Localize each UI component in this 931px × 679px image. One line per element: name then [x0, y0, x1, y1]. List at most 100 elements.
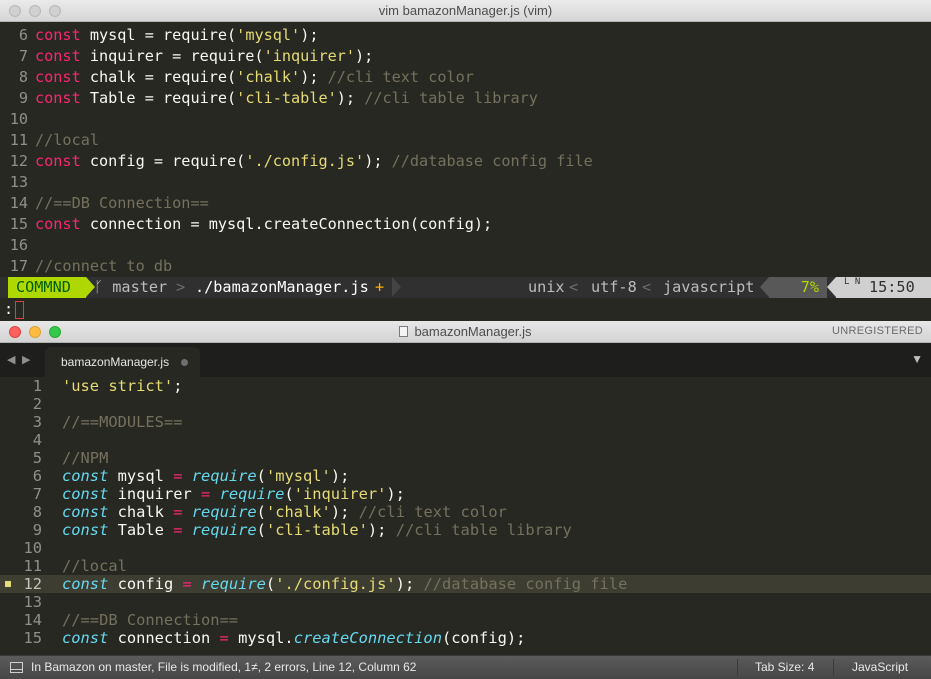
code-token: const — [62, 467, 109, 485]
code-token: const — [35, 152, 81, 170]
line-number: 14 — [23, 611, 42, 629]
code-line[interactable]: 2 — [0, 395, 931, 413]
code-line[interactable]: 9 const Table = require('cli-table'); //c… — [0, 88, 931, 109]
line-number: 5 — [32, 449, 42, 467]
tab-right-arrow-icon[interactable]: ▶ — [22, 353, 30, 366]
code-token: ); — [367, 521, 396, 539]
tab-bamazon-manager[interactable]: bamazonManager.js — [45, 347, 200, 377]
code-token: inquirer — [108, 485, 202, 503]
code-line[interactable]: 8 const chalk = require('chalk'); //cli t… — [0, 503, 931, 521]
code-line[interactable]: 15 const connection = mysql.createConnect… — [0, 214, 931, 235]
code-line[interactable]: 17 //connect to db — [0, 256, 931, 277]
code-token: = — [201, 485, 211, 503]
panel-toggle-icon[interactable] — [10, 662, 23, 673]
git-branch: ᚴ master — [94, 277, 167, 298]
code-token: require — [191, 503, 257, 521]
sublime-editor[interactable]: 1 'use strict'; 2 3 //==MODULES== 4 5 //NPM 6 con… — [0, 377, 931, 655]
code-line[interactable]: 12 const config = require('./config.js');… — [0, 151, 931, 172]
code-line[interactable]: 15 const connection = mysql.createConnect… — [0, 629, 931, 647]
sublime-window: bamazonManager.js UNREGISTERED ◀ ▶ bamaz… — [0, 321, 931, 679]
code-token: ); — [330, 503, 359, 521]
code-token: const — [62, 575, 109, 593]
vim-filename: ./bamazonManager.js — [195, 278, 369, 296]
code-token: //connect to db — [35, 257, 173, 275]
vim-mode-indicator: COMMND — [8, 277, 86, 298]
vim-editor[interactable]: 6 const mysql = require('mysql'); 7 const i… — [0, 25, 931, 277]
code-line[interactable]: 8 const chalk = require('chalk'); //cli t… — [0, 67, 931, 88]
status-divider — [833, 659, 834, 676]
code-token: //==MODULES== — [62, 413, 183, 431]
code-token: 'chalk' — [265, 503, 331, 521]
code-token: require — [191, 521, 257, 539]
code-token: 'use strict' — [62, 377, 174, 395]
line-number: 13 — [23, 593, 42, 611]
code-token: config = require( — [80, 152, 246, 170]
code-line[interactable]: 7 const inquirer = require('inquirer'); — [0, 485, 931, 503]
unregistered-label: UNREGISTERED — [832, 325, 923, 337]
code-token: const — [62, 629, 109, 647]
code-line[interactable]: 13 — [0, 172, 931, 193]
vim-command-line[interactable]: : — [0, 299, 931, 320]
separator-arrow-icon — [827, 277, 836, 297]
unsaved-dot-icon[interactable] — [181, 359, 188, 366]
code-token: ( — [265, 575, 276, 593]
modified-flag: + — [375, 278, 385, 296]
status-message: In Bamazon on master, File is modified, … — [31, 660, 417, 674]
cursor-position: L N 15:50 — [836, 277, 931, 298]
code-token: ); — [395, 575, 424, 593]
branch-icon: ᚴ — [94, 278, 104, 296]
code-token: //local — [35, 131, 100, 149]
code-line[interactable]: 14 //==DB Connection== — [0, 193, 931, 214]
code-line[interactable]: 13 — [0, 593, 931, 611]
code-token: mysql — [108, 467, 174, 485]
code-line[interactable]: 12 const config = require('./config.js');… — [0, 575, 931, 593]
code-token: Table = require( — [80, 89, 237, 107]
separator-arrow-icon — [392, 277, 401, 297]
code-line[interactable]: 1 'use strict'; — [0, 377, 931, 395]
code-line[interactable]: 5 //NPM — [0, 449, 931, 467]
code-token: //cli text color — [358, 503, 507, 521]
code-line[interactable]: 6 const mysql = require('mysql'); — [0, 25, 931, 46]
code-line[interactable]: 3 //==MODULES== — [0, 413, 931, 431]
line-number: 15 — [23, 629, 42, 647]
code-line[interactable]: 11 //local — [0, 557, 931, 575]
line-number: 10 — [9, 110, 28, 128]
code-line[interactable]: 10 — [0, 109, 931, 130]
line-number: 9 — [32, 521, 42, 539]
code-line[interactable]: 11 //local — [0, 130, 931, 151]
code-token: require — [219, 485, 285, 503]
document-icon — [399, 326, 409, 337]
line-number: 4 — [32, 431, 42, 449]
code-token: createConnection — [293, 629, 442, 647]
modified-line-marker-icon — [5, 581, 11, 587]
syntax-button[interactable]: JavaScript — [852, 656, 908, 679]
code-token: ); — [300, 26, 319, 44]
code-token: //local — [62, 557, 127, 575]
code-token: config — [108, 575, 183, 593]
scroll-percent: 7% — [769, 277, 827, 298]
code-line[interactable]: 10 — [0, 539, 931, 557]
tab-size-button[interactable]: Tab Size: 4 — [755, 656, 814, 679]
code-token: ( — [256, 503, 266, 521]
code-token: 'mysql' — [236, 26, 301, 44]
code-token: inquirer = require( — [80, 47, 264, 65]
line-number: 14 — [9, 194, 28, 212]
line-number: 6 — [32, 467, 42, 485]
code-line[interactable]: 7 const inquirer = require('inquirer'); — [0, 46, 931, 67]
code-line[interactable]: 4 — [0, 431, 931, 449]
code-line[interactable]: 6 const mysql = require('mysql'); — [0, 467, 931, 485]
code-token: const — [35, 26, 81, 44]
line-number: 11 — [9, 131, 28, 149]
code-token: ); — [300, 68, 328, 86]
tab-left-arrow-icon[interactable]: ◀ — [7, 353, 15, 366]
vim-window-title: vim bamazonManager.js (vim) — [378, 3, 553, 18]
code-line[interactable]: 14 //==DB Connection== — [0, 611, 931, 629]
code-line[interactable]: 9 const Table = require('cli-table'); //c… — [0, 521, 931, 539]
tab-dropdown-icon[interactable]: ▼ — [911, 352, 923, 366]
code-line[interactable]: 16 — [0, 235, 931, 256]
line-number: 3 — [32, 413, 42, 431]
window-title-text: bamazonManager.js — [414, 324, 532, 339]
